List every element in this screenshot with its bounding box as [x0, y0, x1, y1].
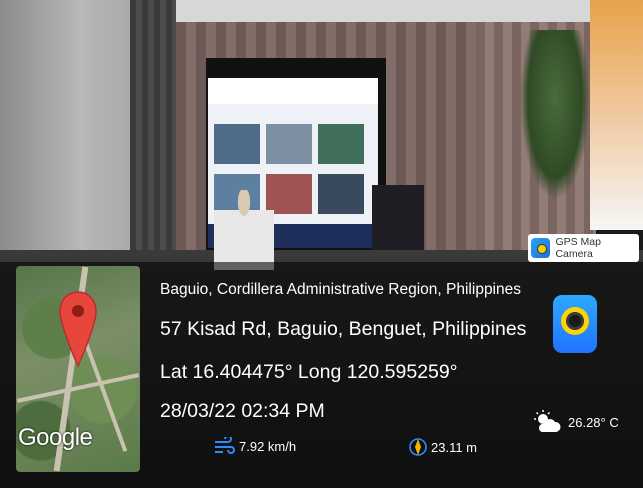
- wind-icon: [215, 437, 235, 454]
- slide-photo: [318, 174, 364, 214]
- location-datetime: 28/03/22 02:34 PM: [160, 400, 325, 422]
- banner: [590, 0, 643, 230]
- location-city: Baguio, Cordillera Administrative Region…: [160, 281, 521, 298]
- slide-header: [208, 78, 378, 104]
- pillar: [130, 0, 176, 260]
- location-coordinates: Lat 16.404475° Long 120.595259°: [160, 361, 458, 383]
- plant: [520, 30, 590, 200]
- app-logo-icon: [531, 238, 551, 258]
- partly-cloudy-icon: [534, 410, 561, 432]
- camera-app-icon: [553, 295, 597, 353]
- wind-speed: 7.92 km/h: [239, 438, 297, 454]
- google-logo: Google: [18, 424, 93, 451]
- location-address: 57 Kisad Rd, Baguio, Benguet, Philippine…: [160, 318, 527, 340]
- wall: [0, 0, 135, 270]
- badge-label: GPS Map Camera: [555, 236, 601, 260]
- weather-readout: 26.28° C: [534, 410, 619, 434]
- slide-photo: [266, 124, 312, 164]
- temperature-value: 26.28° C: [568, 414, 619, 430]
- wind-readout: 7.92 km/h: [214, 437, 296, 455]
- altitude-value: 23.11 m: [431, 439, 478, 455]
- altitude-readout: 23.11 m: [408, 437, 477, 457]
- gps-map-camera-badge: GPS Map Camera: [528, 234, 639, 262]
- map-road: [16, 373, 140, 403]
- compass-icon: [409, 438, 427, 456]
- lens-icon: [561, 307, 589, 335]
- map-pin-icon: [59, 291, 97, 368]
- presenter: [214, 190, 274, 270]
- slide-photo: [318, 124, 364, 164]
- slide-photo: [214, 124, 260, 164]
